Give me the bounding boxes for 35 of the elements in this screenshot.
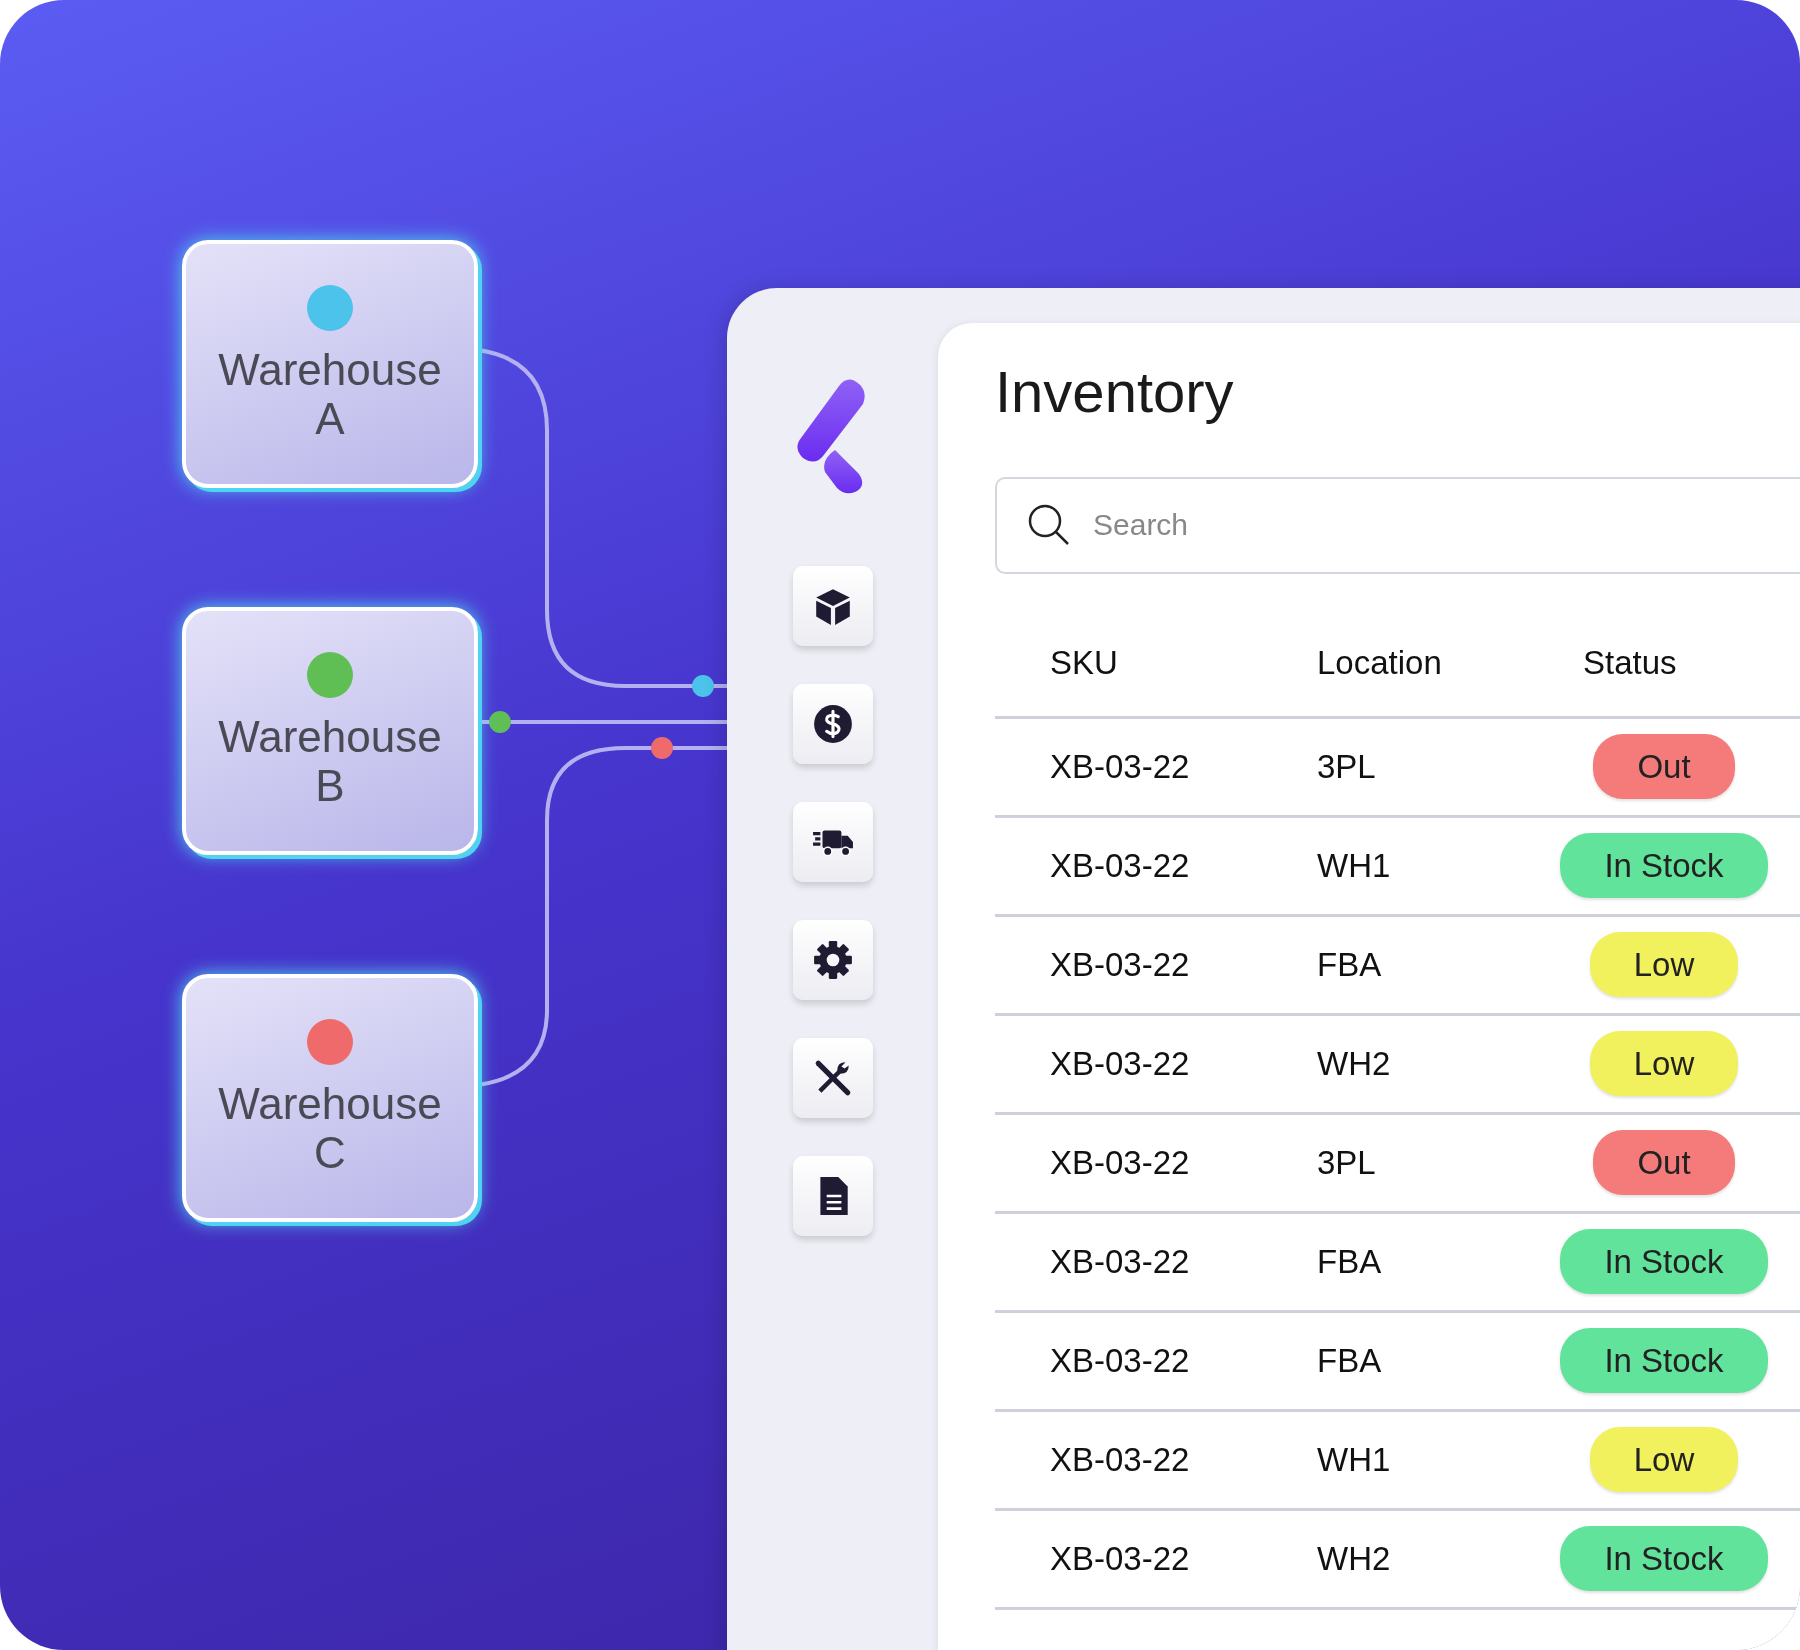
column-header: Status — [1582, 643, 1678, 684]
table-cell-text: XB-03-22 — [1049, 1142, 1191, 1183]
table-cell-text: FBA — [1317, 1241, 1383, 1282]
warehouse-label: Warehouse A — [217, 344, 443, 444]
table-cell-text: XB-03-22 — [1049, 1043, 1191, 1084]
warehouse-label: Warehouse C — [217, 1078, 443, 1178]
table-cell-text: FBA — [1317, 1340, 1383, 1381]
table-cell-text: XB-03-22 — [1049, 1241, 1191, 1282]
table-cell-text: XB-03-22 — [1049, 845, 1191, 886]
table-cell-text: WH2 — [1317, 1043, 1392, 1084]
status-pill: Low — [1589, 1030, 1739, 1097]
status-pill: Out — [1593, 733, 1735, 800]
table-cell-text: 3PL — [1317, 1142, 1377, 1183]
status-pill: Low — [1589, 1426, 1739, 1493]
table-cell-text: XB-03-22 — [1049, 1439, 1191, 1480]
status-pill: In Stock — [1560, 1228, 1768, 1295]
status-pill: Low — [1589, 931, 1739, 998]
search-field[interactable]: Search — [995, 476, 1800, 574]
table-cell-text: WH2 — [1317, 1538, 1392, 1579]
table-cell-text: WH1 — [1317, 845, 1392, 886]
table-cell-text: XB-03-22 — [1049, 1538, 1191, 1579]
table-cell-text: 3PL — [1317, 746, 1377, 787]
table-cell-text: XB-03-22 — [1049, 944, 1191, 985]
table-cell-text: FBA — [1317, 944, 1383, 985]
table-cell-text: XB-03-22 — [1049, 1340, 1191, 1381]
table-cell-text: WH1 — [1317, 1439, 1392, 1480]
page-title: Inventory — [995, 358, 1235, 426]
column-header: Location — [1317, 643, 1443, 684]
table-cell-text: XB-03-22 — [1049, 746, 1191, 787]
column-header: SKU — [1049, 643, 1119, 684]
status-pill: In Stock — [1560, 1327, 1768, 1394]
status-pill: In Stock — [1560, 1525, 1768, 1592]
warehouse-label: Warehouse B — [217, 711, 443, 811]
status-pill: Out — [1593, 1129, 1735, 1196]
status-pill: In Stock — [1560, 832, 1768, 899]
